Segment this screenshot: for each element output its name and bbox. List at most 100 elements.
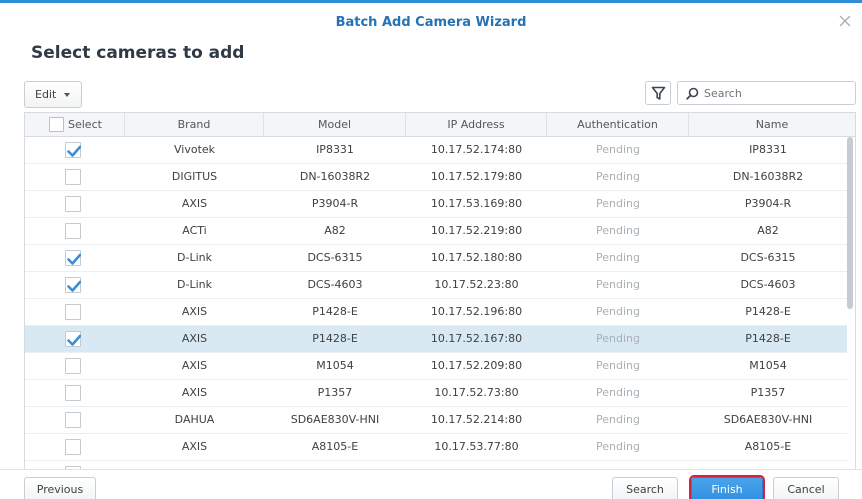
table-row[interactable]: AXIS A8105-E 10.17.53.77:80 Pending A8105-E: [25, 434, 847, 461]
cell-brand: AXIS: [181, 197, 208, 210]
cell-ip-address: 10.17.52.179:80: [430, 170, 523, 183]
table-row[interactable]: D-Link DCS-4603 10.17.52.23:80 Pending DCS-4…: [25, 272, 847, 299]
cell-ip-address: 10.17.52.209:80: [430, 359, 523, 372]
cell-ip-address: 10.17.53.169:80: [430, 197, 523, 210]
cell-name: P1428-E: [745, 305, 791, 318]
column-header-brand[interactable]: Brand: [125, 113, 264, 136]
table-row[interactable]: D-Link DCS-6315 10.17.52.180:80 Pending DCS-…: [25, 245, 847, 272]
cell-model: M1054: [316, 359, 354, 372]
cell-model: P3904-R: [311, 197, 359, 210]
cell-name: P1428-E: [745, 332, 791, 345]
cell-ip-address: 10.17.52.214:80: [430, 413, 523, 426]
cell-name: A82: [757, 224, 779, 237]
column-header-model[interactable]: Model: [264, 113, 406, 136]
cancel-button[interactable]: Cancel: [773, 477, 839, 499]
cell-brand: AXIS: [181, 359, 208, 372]
table-row[interactable]: AXIS M1054 10.17.52.209:80 Pending M1054: [25, 353, 847, 380]
table-row[interactable]: AXIS P3904-R 10.17.53.169:80 Pending P3904-R: [25, 191, 847, 218]
row-select-checkbox[interactable]: [65, 358, 81, 374]
check-icon: [67, 145, 81, 157]
cell-authentication: Pending: [596, 251, 640, 264]
table-row[interactable]: [25, 461, 847, 469]
table-scrollbar[interactable]: [846, 137, 854, 469]
search-input[interactable]: [704, 84, 849, 102]
cell-authentication: Pending: [596, 143, 640, 156]
cell-name: M1054: [749, 359, 787, 372]
cell-authentication: Pending: [596, 197, 640, 210]
row-select-checkbox[interactable]: [65, 196, 81, 212]
cell-brand: AXIS: [181, 332, 208, 345]
column-header-select[interactable]: Select: [25, 113, 125, 136]
cell-authentication: Pending: [596, 278, 640, 291]
row-select-checkbox[interactable]: [65, 331, 81, 347]
cell-brand: Vivotek: [173, 143, 216, 156]
cell-ip-address: 10.17.52.167:80: [430, 332, 523, 345]
table-row[interactable]: AXIS P1428-E 10.17.52.167:80 Pending P1428-E: [25, 326, 847, 353]
table-row[interactable]: ACTi A82 10.17.52.219:80 Pending A82: [25, 218, 847, 245]
row-select-checkbox[interactable]: [65, 277, 81, 293]
close-icon[interactable]: [838, 14, 852, 28]
filter-button[interactable]: [645, 81, 671, 105]
page-title: Select cameras to add: [31, 43, 245, 63]
check-icon: [67, 253, 81, 265]
edit-label: Edit: [35, 88, 57, 101]
cell-brand: DIGITUS: [171, 170, 218, 183]
batch-add-camera-dialog: Batch Add Camera Wizard Select cameras t…: [0, 0, 862, 499]
scrollbar-thumb[interactable]: [847, 137, 853, 309]
cell-model: P1428-E: [312, 305, 358, 318]
cell-name: IP8331: [749, 143, 787, 156]
cell-ip-address: 10.17.52.219:80: [430, 224, 523, 237]
row-select-checkbox[interactable]: [65, 223, 81, 239]
cell-model: IP8331: [316, 143, 354, 156]
cell-model: DCS-4603: [307, 278, 363, 291]
cell-name: DCS-4603: [740, 278, 796, 291]
cell-name: SD6AE830V-HNI: [723, 413, 813, 426]
edit-dropdown-button[interactable]: Edit: [24, 81, 82, 108]
footer-divider: [0, 469, 862, 470]
table-row[interactable]: AXIS P1357 10.17.52.73:80 Pending P1357: [25, 380, 847, 407]
cell-brand: D-Link: [177, 278, 212, 291]
cell-ip-address: 10.17.52.174:80: [430, 143, 523, 156]
column-header-authentication[interactable]: Authentication: [547, 113, 689, 136]
table-row[interactable]: Vivotek IP8331 10.17.52.174:80 Pending IP833…: [25, 137, 847, 164]
cell-model: P1357: [317, 386, 353, 399]
row-select-checkbox[interactable]: [65, 169, 81, 185]
check-icon: [67, 334, 81, 346]
previous-button[interactable]: Previous: [24, 477, 96, 499]
row-select-checkbox[interactable]: [65, 250, 81, 266]
cell-model: A82: [324, 224, 346, 237]
cell-name: A8105-E: [744, 440, 792, 453]
cell-model: SD6AE830V-HNI: [290, 413, 380, 426]
finish-button[interactable]: Finish: [691, 477, 763, 499]
cell-name: DN-16038R2: [732, 170, 804, 183]
table-row[interactable]: DIGITUS DN-16038R2 10.17.52.179:80 Pending D…: [25, 164, 847, 191]
cell-authentication: Pending: [596, 413, 640, 426]
row-select-checkbox[interactable]: [65, 412, 81, 428]
row-select-checkbox[interactable]: [65, 142, 81, 158]
row-select-checkbox[interactable]: [65, 385, 81, 401]
dialog-title: Batch Add Camera Wizard: [335, 15, 527, 30]
camera-table: Select Brand Model IP Address Authentica…: [24, 112, 856, 469]
select-all-checkbox[interactable]: [49, 117, 64, 132]
filter-icon: [651, 86, 666, 100]
search-field[interactable]: [677, 81, 856, 105]
caret-down-icon: [64, 93, 70, 97]
row-select-checkbox[interactable]: [65, 304, 81, 320]
table-row[interactable]: DAHUA SD6AE830V-HNI 10.17.52.214:80 Pending…: [25, 407, 847, 434]
cell-model: DN-16038R2: [299, 170, 371, 183]
table-header: Select Brand Model IP Address Authentica…: [25, 113, 855, 137]
cell-ip-address: 10.17.52.73:80: [434, 386, 519, 399]
cell-model: DCS-6315: [307, 251, 363, 264]
column-header-name[interactable]: Name: [689, 113, 855, 136]
column-header-ip-address[interactable]: IP Address: [406, 113, 547, 136]
search-button[interactable]: Search: [612, 477, 678, 499]
cell-brand: AXIS: [181, 440, 208, 453]
cell-authentication: Pending: [596, 305, 640, 318]
cell-ip-address: 10.17.52.196:80: [430, 305, 523, 318]
check-icon: [67, 280, 81, 292]
cell-brand: AXIS: [181, 386, 208, 399]
cell-brand: AXIS: [181, 305, 208, 318]
table-row[interactable]: AXIS P1428-E 10.17.52.196:80 Pending P1428-E: [25, 299, 847, 326]
cell-brand: DAHUA: [174, 413, 215, 426]
row-select-checkbox[interactable]: [65, 439, 81, 455]
